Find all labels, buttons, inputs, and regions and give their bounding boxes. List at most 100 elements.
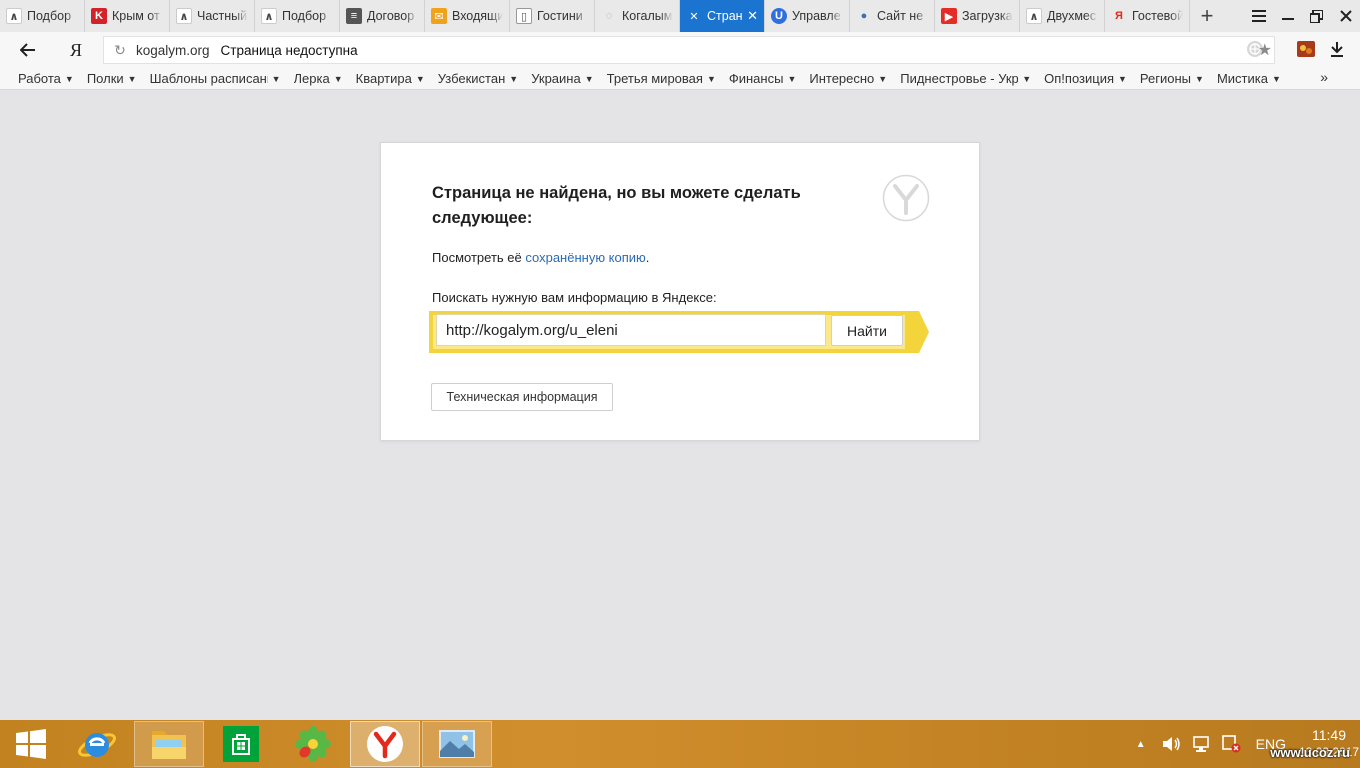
- yandex-search-form: Найти: [429, 311, 929, 353]
- tab-13[interactable]: Я Гостевой: [1105, 0, 1190, 32]
- arrow-left-icon: [20, 43, 35, 57]
- yandex-logo[interactable]: Я: [56, 40, 96, 61]
- tab-3[interactable]: ∧ Подбор: [255, 0, 340, 32]
- page-content: Страница не найдена, но вы можете сделат…: [0, 91, 1360, 720]
- caret-down-icon: ▼: [64, 73, 74, 84]
- tab-title: Управле: [792, 9, 841, 23]
- bookmark-star-icon[interactable]: ★: [1258, 40, 1272, 60]
- tab-5[interactable]: ✉ Входящи: [425, 0, 510, 32]
- bookmark-list: Работа▼ Полки▼ Шаблоны расписания▼ Лерка▼ Кв…: [18, 71, 1294, 86]
- cached-copy-link[interactable]: сохранённую копию: [525, 250, 645, 265]
- tab-title: Подбор: [27, 9, 72, 23]
- tab-12[interactable]: ∧ Двухмес: [1020, 0, 1105, 32]
- url-domain[interactable]: kogalym.org: [136, 43, 210, 58]
- bookmark-folder[interactable]: Полки ▼: [87, 71, 137, 86]
- tab-2[interactable]: ∧ Частный: [170, 0, 255, 32]
- bookmark-folder[interactable]: Квартира ▼: [356, 71, 425, 86]
- search-button[interactable]: Найти: [831, 315, 903, 346]
- tab-list: ∧ Подбор K Крым от ∧ Частный ∧ Подбор ≡ Договор ✉ В…: [0, 0, 1190, 32]
- close-window-button[interactable]: [1331, 0, 1360, 32]
- bookmark-folder[interactable]: Узбекистан ▼: [438, 71, 518, 86]
- tab-6[interactable]: ▯ Гостини: [510, 0, 595, 32]
- tab-7[interactable]: ◌ Когалым: [595, 0, 680, 32]
- caret-down-icon: ▼: [509, 73, 519, 84]
- tab-8[interactable]: ✕ Стран ✕: [680, 0, 765, 32]
- taskbar-app-icq[interactable]: [278, 721, 348, 767]
- download-icon[interactable]: [1330, 41, 1344, 60]
- bookmark-folder[interactable]: Шаблоны расписания▼: [150, 71, 281, 86]
- tab-title: Подбор: [282, 9, 327, 23]
- error-card: Страница не найдена, но вы можете сделат…: [380, 142, 980, 441]
- yandex-realty-icon: ∧: [261, 8, 277, 24]
- minimize-button[interactable]: [1273, 0, 1302, 32]
- bookmark-folder[interactable]: Третья мировая ▼: [607, 71, 716, 86]
- taskbar-app-store[interactable]: [206, 721, 276, 767]
- tab-title: Когалым: [622, 9, 673, 23]
- cached-suffix: .: [645, 250, 650, 265]
- cached-prefix: Посмотреть её: [432, 250, 526, 265]
- reload-icon[interactable]: ↻: [104, 42, 136, 59]
- youtube-icon: ▶: [941, 8, 957, 24]
- start-button[interactable]: [0, 720, 62, 768]
- loading-icon: ◌: [605, 10, 613, 22]
- taskbar-app-ie[interactable]: [62, 721, 132, 767]
- tab-4[interactable]: ≡ Договор: [340, 0, 425, 32]
- tab-10[interactable]: ● Сайт не: [850, 0, 935, 32]
- bookmark-folder[interactable]: Интересно ▼: [809, 71, 887, 86]
- page-icon: ▯: [516, 8, 532, 24]
- bookmarks-bar: Работа▼ Полки▼ Шаблоны расписания▼ Лерка▼ Кв…: [0, 68, 1360, 90]
- bookmark-folder[interactable]: Пиднестровье - Украина▼: [900, 71, 1031, 86]
- tab-title: Загрузка: [962, 9, 1013, 23]
- clock-time: 11:49: [1312, 727, 1346, 743]
- yandex-browser-logo-icon: [882, 174, 930, 222]
- taskbar-app-explorer[interactable]: [134, 721, 204, 767]
- volume-icon[interactable]: [1156, 720, 1186, 768]
- toolbar-right: ★: [1258, 32, 1360, 68]
- action-center-alert-icon[interactable]: [1216, 720, 1246, 768]
- tab-0[interactable]: ∧ Подбор: [0, 0, 85, 32]
- bookmark-folder[interactable]: Лерка ▼: [294, 71, 343, 86]
- caret-down-icon: ▼: [1022, 73, 1032, 84]
- caret-down-icon: ▼: [1118, 73, 1127, 84]
- k-red-icon: K: [91, 8, 107, 24]
- show-hidden-icons-button[interactable]: ▲: [1126, 720, 1156, 768]
- bookmark-folder[interactable]: Оп!позиция ▼: [1044, 71, 1127, 86]
- new-tab-button[interactable]: +: [1190, 0, 1224, 32]
- caret-down-icon: ▼: [878, 73, 888, 84]
- bookmark-folder[interactable]: Украина ▼: [531, 71, 593, 86]
- bookmark-label: Мистика: [1216, 71, 1268, 86]
- bookmark-label: Финансы: [728, 71, 784, 86]
- bookmark-folder[interactable]: Работа ▼: [18, 71, 74, 86]
- back-button[interactable]: [0, 32, 56, 68]
- close-tab-icon[interactable]: ✕: [747, 8, 758, 24]
- tab-9[interactable]: U Управле: [765, 0, 850, 32]
- search-input[interactable]: [436, 314, 826, 346]
- tab-title: Гостини: [537, 9, 583, 23]
- yandex-realty-icon: ∧: [1026, 8, 1042, 24]
- taskbar-app-photos[interactable]: [422, 721, 492, 767]
- icq-flower-icon: [295, 726, 331, 762]
- tab-1[interactable]: K Крым от: [85, 0, 170, 32]
- yandex-icon: Я: [1115, 10, 1123, 22]
- network-icon[interactable]: [1186, 720, 1216, 768]
- yandex-realty-icon: ∧: [6, 8, 22, 24]
- tab-title: Входящи: [452, 9, 503, 23]
- bookmark-folder[interactable]: Регионы ▼: [1140, 71, 1204, 86]
- users-icon: ●: [860, 10, 868, 22]
- technical-info-button[interactable]: Техническая информация: [431, 383, 613, 411]
- taskbar-app-yandex[interactable]: [350, 721, 420, 767]
- restore-button[interactable]: [1302, 0, 1331, 32]
- bookmark-folder[interactable]: Мистика ▼: [1217, 71, 1281, 86]
- caret-down-icon: ▼: [787, 73, 797, 84]
- bookmark-label: Третья мировая: [606, 71, 703, 86]
- error-title: Страница не найдена, но вы можете сделат…: [432, 184, 801, 227]
- omnibox[interactable]: ↻ kogalym.org Страница недоступна: [103, 36, 1275, 64]
- yandex-realty-icon: ∧: [176, 8, 192, 24]
- bookmark-folder[interactable]: Финансы ▼: [729, 71, 797, 86]
- tab-11[interactable]: ▶ Загрузка: [935, 0, 1020, 32]
- extension-icon[interactable]: [1296, 40, 1316, 61]
- bookmark-label: Регионы: [1139, 71, 1192, 86]
- bookmarks-overflow-button[interactable]: »: [1320, 69, 1328, 85]
- browser-menu-icon[interactable]: [1244, 0, 1273, 32]
- address-bar: Я ↻ kogalym.org Страница недоступна ★: [0, 32, 1360, 68]
